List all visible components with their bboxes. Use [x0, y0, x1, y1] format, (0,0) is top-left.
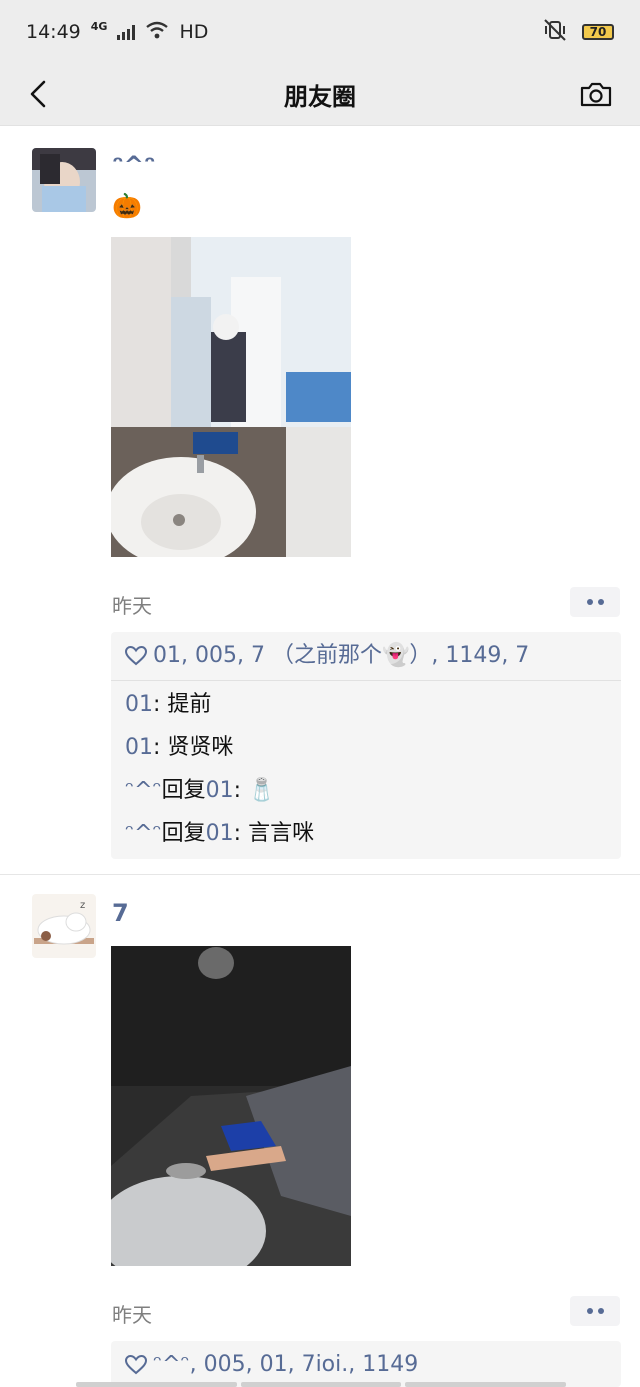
- more-actions-button[interactable]: [570, 587, 620, 617]
- likes-list[interactable]: 01, 005, 7 （之前那个👻）, 1149, 7: [153, 640, 529, 672]
- post-time: 昨天: [112, 594, 152, 618]
- reply-label: 回复: [161, 778, 206, 803]
- comment-text: 🧂: [248, 778, 276, 803]
- mute-vibrate-icon: [542, 18, 568, 46]
- reply-label: 回复: [161, 821, 206, 846]
- comment-item[interactable]: 01: 提前: [111, 683, 621, 726]
- heart-icon: [125, 646, 147, 666]
- signal-icon: [117, 24, 136, 40]
- wifi-icon: [145, 21, 169, 44]
- more-actions-button[interactable]: [570, 1296, 620, 1326]
- comment-author[interactable]: 01: [125, 735, 153, 760]
- battery-icon: 70: [582, 24, 614, 40]
- reply-target[interactable]: 01: [206, 778, 234, 803]
- comment-author[interactable]: ᵔ^ᵔ: [125, 778, 162, 803]
- dot-icon: [597, 1308, 604, 1314]
- page-title: 朋友圈: [284, 83, 356, 111]
- likes-list[interactable]: ᵔ^ᵔ, 005, 01, 7ioi., 1149: [153, 1349, 418, 1381]
- post-divider: [0, 874, 640, 875]
- gesture-bar[interactable]: [76, 1382, 567, 1387]
- avatar[interactable]: z: [32, 894, 96, 958]
- comment-separator: :: [233, 821, 249, 846]
- comment-text: 言言咪: [248, 821, 315, 846]
- avatar[interactable]: [32, 148, 96, 212]
- camera-icon: [580, 82, 612, 107]
- post-time: 昨天: [112, 1303, 152, 1327]
- hd-indicator: HD: [179, 21, 209, 43]
- network-type: 4G: [90, 19, 108, 33]
- dot-icon: [586, 1308, 593, 1314]
- comment-separator: :: [153, 692, 168, 717]
- top-nav-bar: 朋友圈: [0, 64, 640, 126]
- camera-button[interactable]: [576, 74, 616, 114]
- post-author-name[interactable]: 7: [112, 899, 129, 927]
- comment-author[interactable]: 01: [125, 692, 153, 717]
- back-button[interactable]: [18, 74, 58, 114]
- dot-icon: [597, 599, 604, 605]
- comment-item[interactable]: ᵔ^ᵔ回复01: 🧂: [111, 769, 621, 812]
- likes-row: 01, 005, 7 （之前那个👻）, 1149, 7: [111, 632, 621, 680]
- comment-text: 提前: [167, 692, 212, 717]
- comment-separator: :: [233, 778, 249, 803]
- comment-author[interactable]: ᵔ^ᵔ: [125, 821, 162, 846]
- comment-separator: :: [153, 735, 168, 760]
- post-photo[interactable]: [111, 946, 351, 1266]
- comment-item[interactable]: ᵔ^ᵔ回复01: 言言咪: [111, 812, 621, 855]
- dot-icon: [586, 599, 593, 605]
- reply-target[interactable]: 01: [206, 821, 234, 846]
- svg-text:z: z: [80, 900, 85, 911]
- comment-item[interactable]: 01: 贤贤咪: [111, 726, 621, 769]
- likes-row: ᵔ^ᵔ, 005, 01, 7ioi., 1149: [111, 1341, 621, 1387]
- interaction-panel: ᵔ^ᵔ, 005, 01, 7ioi., 1149: [111, 1341, 621, 1387]
- comment-text: 贤贤咪: [167, 735, 234, 760]
- status-bar: 14:49 4G HD 70: [0, 0, 640, 64]
- status-time: 14:49: [26, 21, 81, 43]
- battery-level: 70: [589, 25, 607, 39]
- chevron-left-icon: [30, 80, 46, 108]
- heart-icon: [125, 1355, 147, 1375]
- post-author-name[interactable]: ᵔ^ᵔ: [112, 151, 156, 179]
- post-text: 🎃: [112, 192, 142, 220]
- interaction-panel: 01, 005, 7 （之前那个👻）, 1149, 7 01: 提前 01: 贤…: [111, 632, 621, 859]
- post-photo[interactable]: [111, 237, 351, 557]
